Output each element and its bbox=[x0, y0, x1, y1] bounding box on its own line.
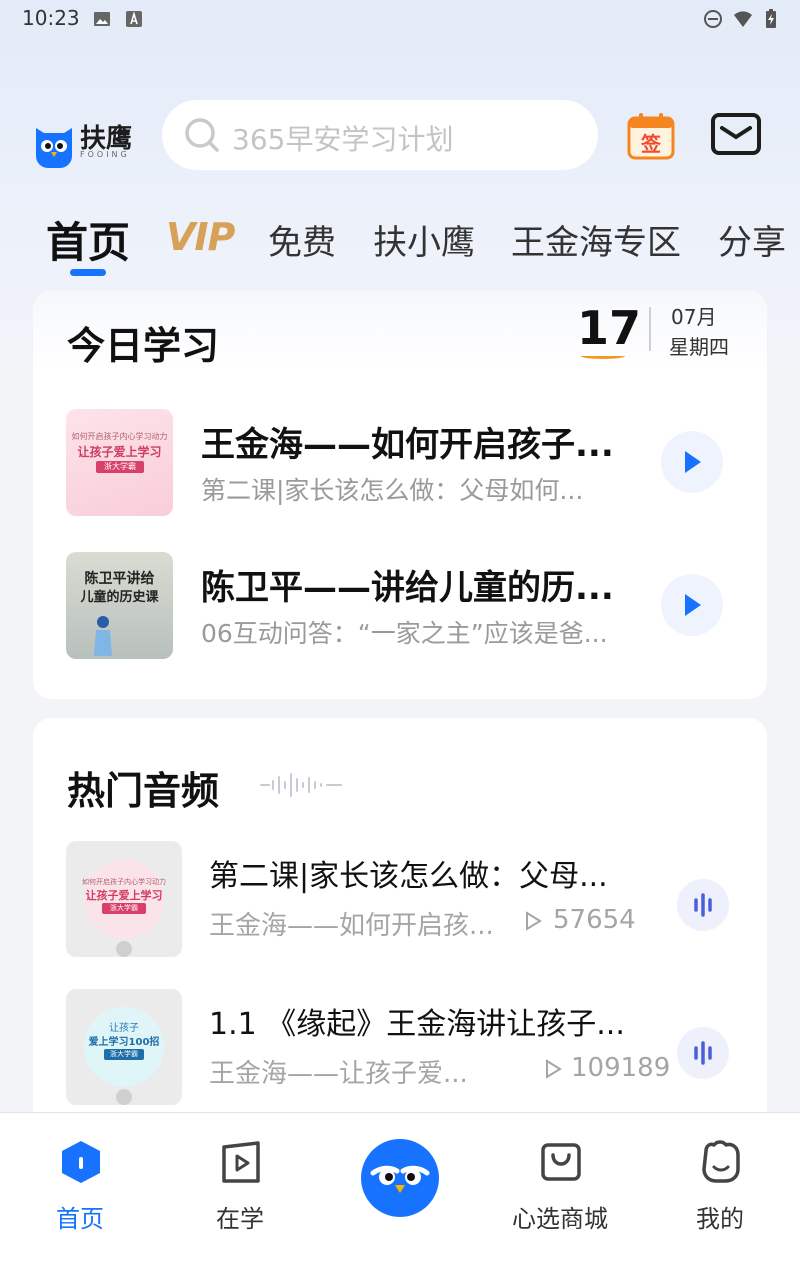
tab-home[interactable]: 首页 bbox=[46, 209, 130, 270]
child-figure-icon bbox=[94, 616, 112, 656]
tab-vip[interactable]: VIP bbox=[166, 215, 235, 259]
nav-profile-label: 我的 bbox=[696, 1205, 744, 1233]
play-button[interactable] bbox=[661, 574, 723, 636]
date-underline bbox=[581, 353, 625, 359]
tab-share[interactable]: 分享 bbox=[718, 215, 786, 264]
thumb-text-2: 让孩子爱上学习 bbox=[85, 889, 163, 902]
audio-wave-icon bbox=[694, 1041, 712, 1065]
nav-home[interactable]: 首页 bbox=[0, 1113, 160, 1280]
audio-thumbnail: 让孩子 爱上学习100招 浙大学霸 bbox=[66, 989, 182, 1105]
tab-fuxiaoying[interactable]: 扶小鹰 bbox=[373, 215, 475, 264]
thumb-knob bbox=[116, 941, 132, 957]
battery-charging-icon bbox=[766, 9, 776, 28]
tab-free[interactable]: 免费 bbox=[268, 215, 336, 264]
audio-album: 王金海——如何开启孩... bbox=[209, 911, 494, 941]
hot-audio-title: 热门音频 bbox=[67, 769, 220, 813]
search-bar[interactable]: 365早安学习计划 bbox=[162, 100, 598, 170]
shopping-bag-icon bbox=[541, 1143, 581, 1181]
thumb-text-3: 浙大学霸 bbox=[96, 461, 144, 473]
course-subtitle: 06互动问答：“一家之主”应该是爸... bbox=[201, 619, 608, 648]
nav-home-label: 首页 bbox=[56, 1205, 104, 1233]
today-study-title: 今日学习 bbox=[67, 324, 220, 368]
list-item[interactable]: 让孩子 爱上学习100招 浙大学霸 1.1 《缘起》王金海讲让孩子... 王金海… bbox=[33, 989, 767, 1109]
keyboard-notification-icon bbox=[126, 11, 142, 27]
list-item[interactable]: 陈卫平讲给 儿童的历史课 陈卫平——讲给儿童的历... 06互动问答：“一家之主… bbox=[33, 552, 767, 662]
thumb-text-1: 如何开启孩子内心学习动力 bbox=[71, 432, 168, 441]
do-not-disturb-icon bbox=[704, 10, 722, 28]
play-count-icon bbox=[546, 1059, 562, 1079]
owl-logo-icon bbox=[36, 128, 72, 168]
play-count: 109189 bbox=[571, 1053, 671, 1083]
message-button[interactable] bbox=[710, 112, 762, 158]
course-thumbnail: 陈卫平讲给 儿童的历史课 bbox=[66, 552, 173, 659]
course-thumbnail: 如何开启孩子内心学习动力 让孩子爱上学习 浙大学霸 bbox=[66, 409, 173, 516]
owl-face-icon bbox=[370, 1165, 430, 1193]
header: 扶鹰 FOOING 365早安学习计划 签 bbox=[0, 100, 800, 172]
nav-store-label: 心选商城 bbox=[512, 1205, 608, 1233]
smiley-profile-icon bbox=[702, 1140, 740, 1183]
sign-in-calendar-button[interactable]: 签 bbox=[626, 110, 676, 160]
thumb-text-3: 浙大学霸 bbox=[104, 1049, 144, 1060]
home-icon bbox=[62, 1141, 100, 1183]
audio-thumbnail: 如何开启孩子内心学习动力 让孩子爱上学习 浙大学霸 bbox=[66, 841, 182, 957]
active-tab-indicator bbox=[70, 269, 106, 276]
thumb-text-3: 浙大学霸 bbox=[102, 903, 146, 914]
search-icon bbox=[185, 118, 219, 152]
date-day: 17 bbox=[577, 301, 642, 355]
list-item[interactable]: 如何开启孩子内心学习动力 让孩子爱上学习 浙大学霸 第二课|家长该怎么做：父母.… bbox=[33, 841, 767, 961]
bottom-nav: 首页 在学 心选商城 我的 bbox=[0, 1112, 800, 1280]
date-month: 07月 bbox=[671, 305, 717, 329]
logo-subtext: FOOING bbox=[80, 150, 130, 159]
course-title: 陈卫平——讲给儿童的历... bbox=[201, 568, 614, 608]
audio-album: 王金海——让孩子爱... bbox=[209, 1059, 468, 1089]
category-tabs: 首页 VIP 免费 扶小鹰 王金海专区 分享 bbox=[0, 205, 800, 285]
thumb-text-2: 儿童的历史课 bbox=[80, 590, 159, 605]
mail-icon bbox=[711, 113, 761, 155]
date-separator bbox=[649, 307, 651, 351]
thumb-text-2: 让孩子爱上学习 bbox=[77, 445, 162, 459]
play-count-icon bbox=[526, 911, 542, 931]
video-play-icon bbox=[222, 1141, 260, 1183]
hot-audio-card: 热门音频 如何开启孩子内心学习动力 让孩子爱上学习 浙大学霸 第二课|家长该怎么… bbox=[33, 718, 767, 1138]
nav-studying[interactable]: 在学 bbox=[160, 1113, 320, 1280]
thumb-knob bbox=[116, 1089, 132, 1105]
play-button[interactable] bbox=[661, 431, 723, 493]
nav-store[interactable]: 心选商城 bbox=[480, 1113, 640, 1280]
status-bar: 10:23 bbox=[0, 0, 800, 40]
sound-wave-icon bbox=[260, 773, 342, 797]
thumb-text-1: 让孩子 bbox=[109, 1023, 139, 1034]
audio-title: 1.1 《缘起》王金海讲让孩子... bbox=[209, 1007, 625, 1042]
thumb-text-1: 陈卫平讲给 bbox=[84, 571, 155, 587]
calendar-sign-icon: 签 bbox=[627, 113, 675, 160]
play-count: 57654 bbox=[553, 905, 636, 935]
date-display: 17 07月 星期四 bbox=[567, 291, 767, 371]
thumb-text-2: 爱上学习100招 bbox=[88, 1037, 160, 1048]
audio-play-button[interactable] bbox=[677, 879, 729, 931]
date-weekday: 星期四 bbox=[669, 335, 729, 359]
nav-profile[interactable]: 我的 bbox=[640, 1113, 800, 1280]
play-icon bbox=[685, 451, 701, 473]
search-placeholder: 365早安学习计划 bbox=[232, 123, 454, 156]
center-owl-button[interactable] bbox=[361, 1139, 439, 1217]
status-time: 10:23 bbox=[22, 6, 80, 30]
wifi-icon bbox=[734, 11, 752, 27]
list-item[interactable]: 如何开启孩子内心学习动力 让孩子爱上学习 浙大学霸 王金海——如何开启孩子...… bbox=[33, 409, 767, 519]
sign-label: 签 bbox=[640, 132, 662, 156]
audio-play-button[interactable] bbox=[677, 1027, 729, 1079]
play-icon bbox=[685, 594, 701, 616]
audio-wave-icon bbox=[694, 893, 712, 917]
nav-studying-label: 在学 bbox=[216, 1205, 264, 1233]
image-notification-icon bbox=[94, 12, 110, 26]
today-study-card: 今日学习 17 07月 星期四 如何开启孩子内心学习动力 让孩子爱上学习 浙大学… bbox=[33, 291, 767, 699]
course-title: 王金海——如何开启孩子... bbox=[201, 425, 614, 465]
app-logo[interactable]: 扶鹰 FOOING bbox=[32, 110, 132, 168]
thumb-text-1: 如何开启孩子内心学习动力 bbox=[82, 878, 166, 886]
course-subtitle: 第二课|家长该怎么做：父母如何... bbox=[201, 476, 584, 505]
audio-title: 第二课|家长该怎么做：父母... bbox=[209, 859, 608, 894]
tab-wangjinhai-zone[interactable]: 王金海专区 bbox=[511, 215, 681, 264]
